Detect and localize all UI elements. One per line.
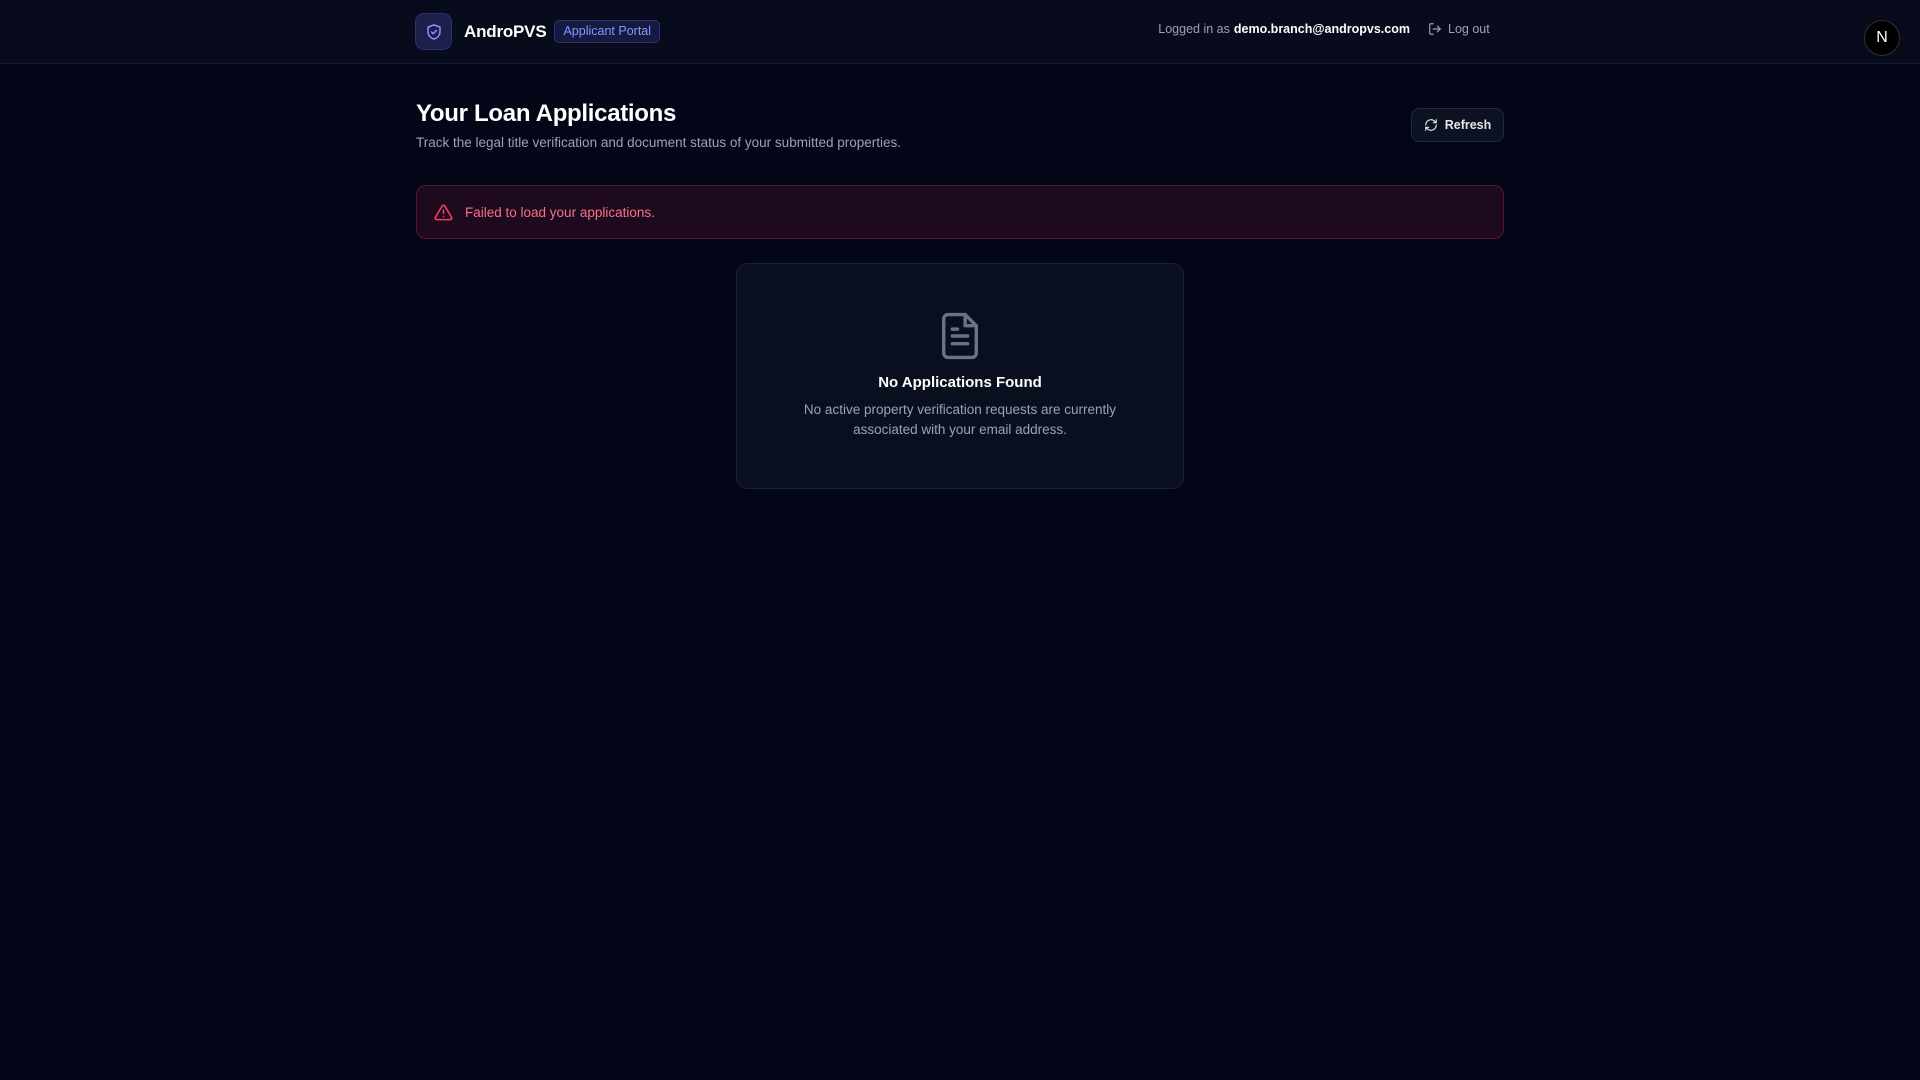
page-title: Your Loan Applications — [416, 100, 677, 127]
empty-state-description: No active property verification requests… — [803, 402, 1117, 437]
user-email: demo.branch@andropvs.com — [1233, 22, 1410, 36]
empty-state-card: No Applications Found No active property… — [736, 263, 1184, 489]
document-icon — [942, 312, 978, 360]
avatar[interactable]: N — [1864, 20, 1900, 56]
error-message: Failed to load your applications. — [465, 204, 655, 220]
refresh-label: Refresh — [1444, 118, 1492, 132]
page-subtitle: Track the legal title verification and d… — [416, 135, 901, 150]
refresh-button[interactable]: Refresh — [1411, 108, 1504, 142]
warning-triangle-icon — [434, 204, 453, 220]
error-alert: Failed to load your applications. — [416, 185, 1504, 239]
top-header: AndroPVS Applicant Portal Logged in as d… — [0, 0, 1920, 64]
brand[interactable]: AndroPVS Applicant Portal — [415, 13, 661, 50]
logout-label: Log out — [1448, 22, 1490, 36]
refresh-icon — [1424, 119, 1437, 131]
portal-badge: Applicant Portal — [554, 20, 661, 43]
shield-check-icon — [415, 13, 452, 50]
session-info: Logged in as demo.branch@andropvs.com — [1158, 22, 1410, 36]
empty-state-title: No Applications Found — [878, 374, 1042, 391]
logout-button[interactable]: Log out — [1428, 22, 1490, 36]
logout-icon — [1429, 23, 1441, 35]
logged-in-label: Logged in as — [1158, 22, 1230, 36]
brand-name: AndroPVS — [464, 21, 547, 41]
